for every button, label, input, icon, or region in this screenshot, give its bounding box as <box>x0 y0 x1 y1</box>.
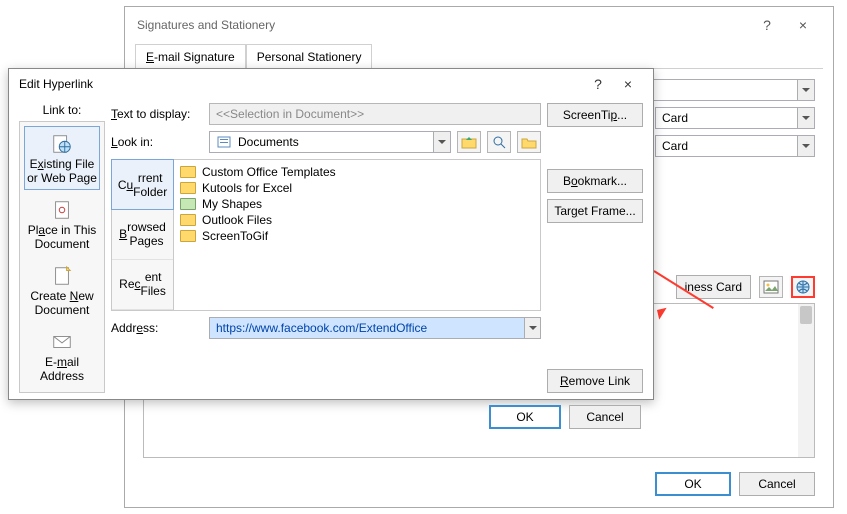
address-input[interactable] <box>209 317 524 339</box>
file-name: ScreenToGif <box>202 229 268 243</box>
browse-file-button[interactable] <box>517 131 541 153</box>
sig-combo-2-value: Card <box>662 111 688 125</box>
business-card-button[interactable]: iness Card <box>676 275 751 299</box>
signatures-cancel-button[interactable]: Cancel <box>739 472 815 496</box>
close-button[interactable]: × <box>785 17 821 33</box>
documents-folder-icon <box>216 134 232 150</box>
lookin-combo[interactable]: Documents <box>209 131 451 153</box>
hyperlink-cancel-button[interactable]: Cancel <box>569 405 641 429</box>
file-name: My Shapes <box>202 197 262 211</box>
text-to-display-field: <<Selection in Document>> <box>209 103 541 125</box>
linkto-email-address[interactable]: E-mailAddress <box>24 324 100 388</box>
linkto-existing-label: Existing Fileor Web Page <box>27 157 97 185</box>
bookmark-button[interactable]: Bookmark... <box>547 169 643 193</box>
browse-tab-browsed-pages[interactable]: BrowsedPages <box>112 209 173 259</box>
folder-icon <box>180 214 196 226</box>
folder-open-icon <box>521 134 537 150</box>
file-name: Outlook Files <box>202 213 272 227</box>
target-frame-button[interactable]: Target Frame... <box>547 199 643 223</box>
text-to-display-label: Text to display: <box>111 107 203 121</box>
folder-icon <box>180 198 196 210</box>
list-item[interactable]: Custom Office Templates <box>178 164 536 180</box>
hyperlink-ok-button[interactable]: OK <box>489 405 561 429</box>
list-item[interactable]: Outlook Files <box>178 212 536 228</box>
edit-hyperlink-titlebar: Edit Hyperlink ? × <box>9 69 653 99</box>
list-item[interactable]: My Shapes <box>178 196 536 212</box>
remove-link-button[interactable]: Remove Link <box>547 369 643 393</box>
envelope-icon <box>51 331 73 353</box>
edit-hyperlink-title-text: Edit Hyperlink <box>19 77 93 91</box>
list-item[interactable]: Kutools for Excel <box>178 180 536 196</box>
lookin-label: Look in: <box>111 135 203 149</box>
file-list[interactable]: Custom Office Templates Kutools for Exce… <box>174 160 540 310</box>
picture-icon <box>763 279 779 295</box>
tab-email-signature[interactable]: EE-mail Signature-mail Signature <box>135 44 246 69</box>
address-field[interactable] <box>209 317 541 339</box>
up-folder-button[interactable] <box>457 131 481 153</box>
address-dropdown-button[interactable] <box>524 317 541 339</box>
sig-combo-2[interactable]: Card <box>655 107 815 129</box>
linkto-place-in-doc[interactable]: Place in ThisDocument <box>24 192 100 256</box>
list-item[interactable]: ScreenToGif <box>178 228 536 244</box>
browse-web-button[interactable] <box>487 131 511 153</box>
search-web-icon <box>491 134 507 150</box>
folder-icon <box>180 166 196 178</box>
linkto-create-label: Create NewDocument <box>27 289 97 317</box>
folder-up-icon <box>461 134 477 150</box>
browse-tab-current-folder[interactable]: CurrentFolder <box>111 159 174 210</box>
lookin-value: Documents <box>238 135 299 149</box>
editor-scrollbar[interactable] <box>798 304 814 457</box>
document-target-icon <box>51 199 73 221</box>
linkto-email-label: E-mailAddress <box>27 355 97 383</box>
globe-page-icon <box>51 133 73 155</box>
sig-combo-3[interactable]: Card <box>655 135 815 157</box>
linkto-create-new[interactable]: Create NewDocument <box>24 258 100 322</box>
address-label: Address: <box>111 321 203 335</box>
linkto-panel: Existing Fileor Web Page Place in ThisDo… <box>19 121 105 393</box>
folder-icon <box>180 182 196 194</box>
edit-hyperlink-dialog: Edit Hyperlink ? × Link to: Existing Fil… <box>8 68 654 400</box>
file-name: Kutools for Excel <box>202 181 292 195</box>
hyp-close-button[interactable]: × <box>613 76 643 92</box>
signatures-ok-button[interactable]: OK <box>655 472 731 496</box>
tab-personal-stationery[interactable]: Personal Stationery <box>246 44 373 69</box>
help-button[interactable]: ? <box>749 17 785 33</box>
signatures-title-text: Signatures and Stationery <box>137 18 275 32</box>
signatures-titlebar: Signatures and Stationery ? × <box>125 7 833 43</box>
insert-picture-button[interactable] <box>759 276 783 298</box>
linkto-label: Link to: <box>19 103 105 117</box>
globe-link-icon <box>795 279 811 295</box>
signatures-tabs: EE-mail Signature-mail Signature Persona… <box>135 43 823 69</box>
screentip-button[interactable]: ScreenTip... <box>547 103 643 127</box>
linkto-existing-file[interactable]: Existing Fileor Web Page <box>24 126 100 190</box>
browse-tab-recent-files[interactable]: RecentFiles <box>112 260 173 310</box>
new-document-icon <box>51 265 73 287</box>
insert-hyperlink-button[interactable] <box>791 276 815 298</box>
folder-icon <box>180 230 196 242</box>
file-name: Custom Office Templates <box>202 165 336 179</box>
hyp-help-button[interactable]: ? <box>583 76 613 92</box>
linkto-place-label: Place in ThisDocument <box>27 223 97 251</box>
sig-combo-3-value: Card <box>662 139 688 153</box>
